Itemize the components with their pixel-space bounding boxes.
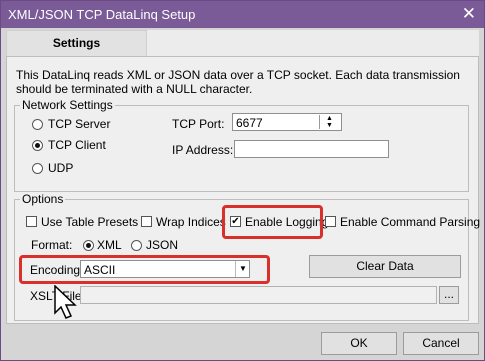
clear-data-button[interactable]: Clear Data xyxy=(309,255,461,278)
dialog-window: XML/JSON TCP DataLinq Setup ✕ Settings T… xyxy=(0,0,485,361)
tcp-server-label: TCP Server xyxy=(48,117,111,131)
cancel-button[interactable]: Cancel xyxy=(403,332,479,355)
radio-format-json[interactable] xyxy=(131,240,142,251)
options-legend: Options xyxy=(22,192,64,206)
enable-command-parsing-checkbox[interactable] xyxy=(325,216,336,227)
enable-command-parsing-label: Enable Command Parsing xyxy=(340,215,481,229)
xslt-file-input[interactable] xyxy=(80,286,437,304)
format-json-label: JSON xyxy=(146,238,179,252)
port-spin-icon[interactable]: ▲ ▼ xyxy=(319,115,339,129)
description-text: This DataLinq reads XML or JSON data ove… xyxy=(16,68,460,96)
highlight-enable-logging xyxy=(222,205,323,239)
wrap-indices-label: Wrap Indices xyxy=(156,215,226,229)
dialog-footer: OK Cancel xyxy=(1,325,484,360)
use-table-presets-label: Use Table Presets xyxy=(41,215,139,229)
ip-address-input[interactable] xyxy=(234,140,389,158)
tcp-port-value: 6677 xyxy=(236,116,263,130)
udp-label: UDP xyxy=(48,161,74,175)
highlight-encoding xyxy=(19,255,270,284)
tcp-port-label: TCP Port: xyxy=(172,117,225,131)
mouse-cursor-icon xyxy=(54,285,77,319)
ip-address-label: IP Address: xyxy=(172,143,234,157)
radio-udp[interactable] xyxy=(32,163,43,174)
close-icon[interactable]: ✕ xyxy=(462,4,476,24)
use-table-presets-checkbox[interactable] xyxy=(26,216,37,227)
title-bar[interactable]: XML/JSON TCP DataLinq Setup ✕ xyxy=(1,1,484,28)
browse-button[interactable]: ... xyxy=(439,286,459,304)
settings-panel: This DataLinq reads XML or JSON data ove… xyxy=(6,56,481,324)
radio-format-xml[interactable] xyxy=(83,240,94,251)
tab-strip: Settings xyxy=(6,30,479,56)
ok-button[interactable]: OK xyxy=(321,332,397,355)
radio-tcp-server[interactable] xyxy=(32,119,43,130)
format-label: Format: xyxy=(31,238,73,252)
tcp-client-label: TCP Client xyxy=(48,138,106,152)
format-xml-label: XML xyxy=(97,238,122,252)
radio-tcp-client[interactable] xyxy=(32,140,43,151)
tcp-port-input[interactable]: 6677 ▲ ▼ xyxy=(232,113,342,131)
network-settings-legend: Network Settings xyxy=(22,98,113,112)
tab-settings[interactable]: Settings xyxy=(6,30,147,56)
window-title: XML/JSON TCP DataLinq Setup xyxy=(8,7,196,22)
wrap-indices-checkbox[interactable] xyxy=(141,216,152,227)
